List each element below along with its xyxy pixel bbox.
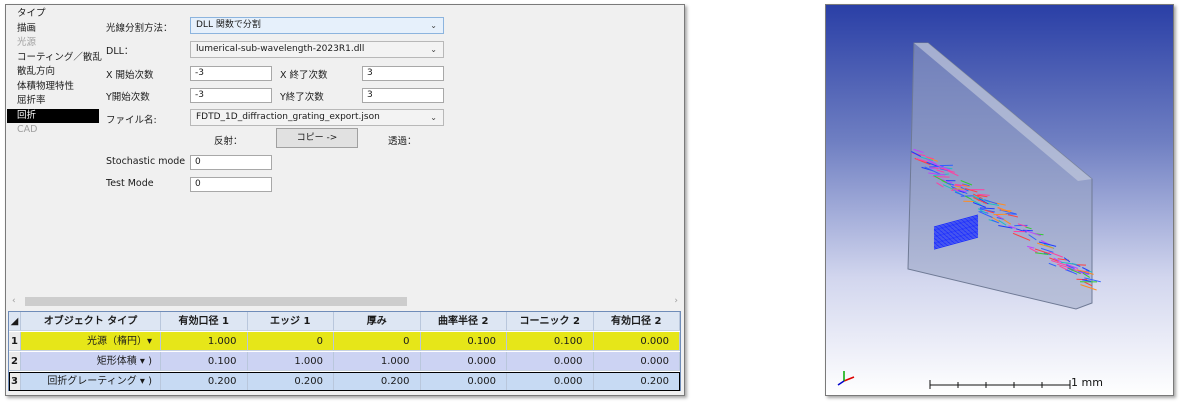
test-mode-label: Test Mode	[106, 178, 154, 189]
grating-plate	[907, 42, 1093, 310]
table-cell[interactable]: 1.000	[334, 352, 421, 371]
scrollbar-thumb[interactable]	[25, 297, 407, 306]
object-type-value: 光源（楕円）▾	[86, 336, 152, 347]
file-select[interactable]: FDTD_1D_diffraction_grating_export.json …	[190, 109, 444, 126]
test-mode-input[interactable]: 0	[190, 177, 272, 192]
grid-header[interactable]: 有効口径 2	[593, 312, 680, 331]
chevron-down-icon: ⌄	[430, 113, 437, 122]
table-cell[interactable]: 1.000	[247, 352, 334, 371]
table-cell[interactable]: 0.100	[420, 332, 507, 351]
object-type-value: 回折グレーティング ▾ )	[47, 376, 152, 387]
object-type-cell[interactable]: 矩形体積 ▾ )	[21, 352, 161, 371]
y-start-input[interactable]: -3	[190, 88, 272, 103]
object-editor-window: タイプ 描画 光源 コーティング／散乱 散乱方向 体積物理特性 屈折率 回折 C…	[5, 4, 685, 396]
table-cell[interactable]: 0	[334, 332, 421, 351]
3d-layout-viewer[interactable]: 1 mm	[825, 4, 1174, 396]
grid-header[interactable]: 厚み	[334, 312, 421, 331]
grid-header[interactable]: エッジ 1	[247, 312, 334, 331]
dll-select[interactable]: lumerical-sub-wavelength-2023R1.dll ⌄	[190, 41, 444, 58]
scale-label: 1 mm	[1071, 376, 1103, 389]
nav-item-scatter-direction[interactable]: 散乱方向	[7, 65, 99, 80]
horizontal-scrollbar[interactable]: ‹ ›	[9, 295, 681, 307]
dll-value: lumerical-sub-wavelength-2023R1.dll	[196, 44, 365, 54]
nav-item-coating-scatter[interactable]: コーティング／散乱	[7, 51, 102, 66]
table-row[interactable]: 1 光源（楕円）▾ 1.000 0 0 0.100 0.100 0.000	[9, 332, 680, 351]
table-cell[interactable]: 0.000	[420, 352, 507, 371]
table-cell[interactable]: 0.200	[247, 372, 334, 391]
scroll-right-icon[interactable]: ›	[674, 295, 678, 307]
table-cell[interactable]: 1.000	[161, 332, 248, 351]
table-cell[interactable]: 0.200	[161, 372, 248, 391]
table-cell[interactable]: 0.000	[507, 372, 594, 391]
nav-item-source: 光源	[17, 37, 37, 48]
stochastic-mode-input[interactable]: 0	[190, 155, 272, 170]
lens-data-grid: ◢ オブジェクト タイプ 有効口径 1 エッジ 1 厚み 曲率半径 2 コーニッ…	[8, 311, 681, 391]
3d-scene	[837, 42, 1101, 389]
table-cell[interactable]: 0.000	[593, 332, 680, 351]
nav-item-cad: CAD	[17, 124, 38, 135]
y-end-input[interactable]: 3	[362, 88, 444, 103]
property-nav: タイプ 描画 光源 コーティング／散乱 散乱方向 体積物理特性 屈折率 回折 C…	[7, 7, 102, 297]
ray	[1005, 213, 1017, 215]
nav-item-draw[interactable]: 描画	[7, 22, 99, 37]
x-start-input[interactable]: -3	[190, 66, 272, 81]
nav-item-refractive-index[interactable]: 屈折率	[7, 94, 99, 109]
grid-corner: ◢	[9, 312, 21, 331]
x-end-label: X 終了次数	[280, 70, 328, 81]
nav-item-volume-physics[interactable]: 体積物理特性	[7, 80, 99, 95]
grid-header[interactable]: 曲率半径 2	[420, 312, 507, 331]
grid-header-row: ◢ オブジェクト タイプ 有効口径 1 エッジ 1 厚み 曲率半径 2 コーニッ…	[9, 312, 680, 331]
axis-triad-icon	[837, 371, 855, 386]
ray	[960, 195, 975, 197]
table-cell[interactable]: 0.000	[593, 352, 680, 371]
row-number[interactable]: 1	[9, 332, 21, 351]
chevron-down-icon: ⌄	[430, 21, 437, 30]
copy-button[interactable]: コピー ->	[276, 128, 358, 148]
table-cell[interactable]: 0.000	[507, 352, 594, 371]
chevron-down-icon: ⌄	[430, 45, 437, 54]
scroll-left-icon[interactable]: ‹	[12, 295, 16, 307]
table-cell[interactable]: 0	[247, 332, 334, 351]
grid-header[interactable]: コーニック 2	[507, 312, 594, 331]
row-number[interactable]: 3	[9, 372, 21, 391]
x-start-label: X 開始次数	[106, 70, 154, 81]
table-cell[interactable]: 0.000	[420, 372, 507, 391]
y-end-label: Y終了次数	[280, 92, 324, 103]
table-row[interactable]: 2 矩形体積 ▾ ) 0.100 1.000 1.000 0.000 0.000…	[9, 352, 680, 371]
file-value: FDTD_1D_diffraction_grating_export.json	[196, 112, 380, 122]
nav-item-type[interactable]: タイプ	[7, 7, 99, 22]
reflect-label: 反射：	[214, 136, 243, 147]
table-cell[interactable]: 0.200	[334, 372, 421, 391]
x-end-input[interactable]: 3	[362, 66, 444, 81]
scale-bar	[929, 380, 1071, 389]
y-start-label: Y開始次数	[106, 92, 150, 103]
split-method-label: 光線分割方法：	[106, 23, 173, 34]
object-type-value: 矩形体積 ▾ )	[96, 356, 152, 367]
object-type-cell[interactable]: 回折グレーティング ▾ )	[21, 372, 161, 391]
table-cell[interactable]: 0.100	[161, 352, 248, 371]
object-type-cell[interactable]: 光源（楕円）▾	[21, 332, 161, 351]
grid-header[interactable]: 有効口径 1	[161, 312, 248, 331]
grid-header[interactable]: オブジェクト タイプ	[21, 312, 161, 331]
split-method-select[interactable]: DLL 関数で分割 ⌄	[190, 17, 444, 34]
table-row[interactable]: 3 回折グレーティング ▾ ) 0.200 0.200 0.200 0.000 …	[9, 372, 680, 391]
row-number[interactable]: 2	[9, 352, 21, 371]
nav-item-diffraction[interactable]: 回折	[7, 108, 99, 123]
dll-label: DLL：	[106, 46, 134, 57]
file-label: ファイル名:	[106, 115, 157, 126]
table-cell[interactable]: 0.100	[507, 332, 594, 351]
transmit-label: 透過：	[388, 136, 417, 147]
table-cell[interactable]: 0.200	[593, 372, 680, 391]
stochastic-mode-label: Stochastic mode	[106, 156, 186, 167]
split-method-value: DLL 関数で分割	[196, 20, 261, 30]
